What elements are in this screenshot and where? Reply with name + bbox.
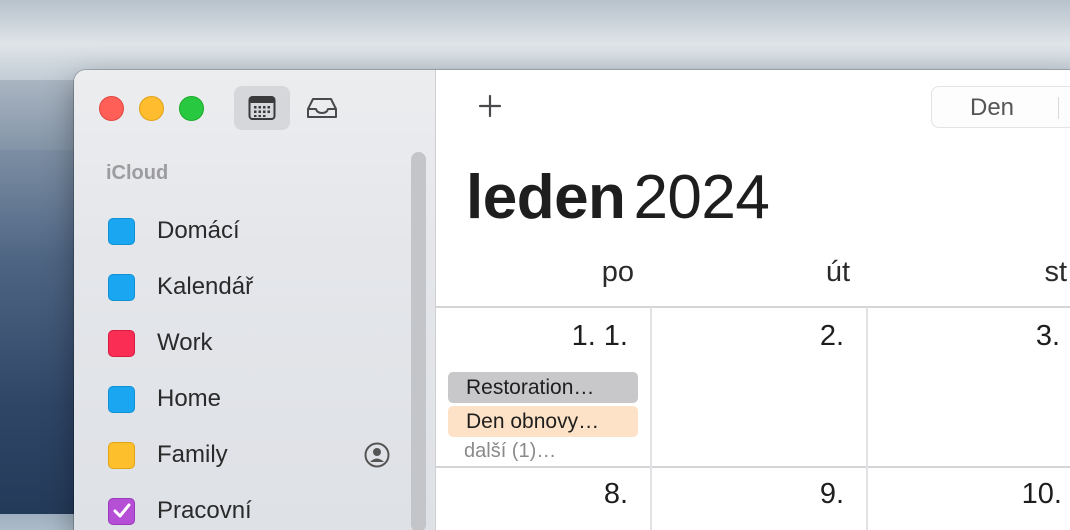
weekday-label: po — [601, 256, 634, 288]
page-title: leden 2024 — [466, 162, 770, 233]
day-number: 9. — [819, 478, 844, 510]
event-restoration[interactable]: Restoration… — [448, 372, 638, 403]
calendar-checkbox[interactable] — [108, 441, 135, 469]
day-cell[interactable]: 9. — [652, 468, 866, 530]
calendar-item-pracovni[interactable]: Pracovní — [108, 493, 388, 529]
calendar-item-label: Family — [157, 441, 228, 468]
day-cell[interactable]: 10. — [868, 468, 1070, 530]
day-number: 3. — [1035, 320, 1060, 352]
add-event-button[interactable] — [474, 88, 506, 124]
calendar-item-home[interactable]: Home — [108, 381, 388, 417]
day-number: 10. — [1021, 478, 1062, 510]
calendar-window: iCloud Domácí Kalendář Work Home Family — [74, 70, 1070, 530]
day-number: 8. — [603, 478, 628, 510]
view-switcher: Den — [931, 86, 1070, 128]
calendar-main: Den leden 2024 po út st 1. 1. 2. 3. Resto… — [436, 70, 1070, 530]
desktop-landscape — [0, 150, 80, 514]
weekday-label: st — [1044, 256, 1067, 288]
calendar-checkbox[interactable] — [108, 217, 135, 245]
shared-person-icon[interactable] — [364, 442, 390, 473]
day-cell[interactable]: 2. — [652, 308, 866, 466]
calendar-item-family[interactable]: Family — [108, 437, 390, 473]
icloud-section-title: iCloud — [106, 162, 169, 184]
close-window-button[interactable] — [99, 96, 124, 121]
desktop-sky — [0, 0, 1070, 80]
calendar-item-domaci[interactable]: Domácí — [108, 213, 388, 249]
calendar-checkbox[interactable] — [108, 273, 135, 301]
minimize-window-button[interactable] — [139, 96, 164, 121]
calendar-checkbox-checked[interactable] — [108, 497, 135, 525]
segment-divider — [1058, 97, 1059, 119]
month-label: leden — [466, 163, 626, 232]
calendar-item-work[interactable]: Work — [108, 325, 388, 361]
calendar-item-label: Pracovní — [157, 497, 252, 524]
view-day-button[interactable]: Den — [970, 94, 1014, 122]
inbox-tray-icon — [307, 98, 337, 118]
event-den-obnovy[interactable]: Den obnovy… — [448, 406, 638, 437]
weekday-label: út — [825, 256, 850, 288]
calendar-item-label: Work — [157, 329, 213, 356]
checkmark-icon — [113, 503, 130, 518]
plus-icon — [478, 94, 502, 118]
day-number: 2. — [819, 320, 844, 352]
calendar-item-label: Home — [157, 385, 222, 412]
calendar-checkbox[interactable] — [108, 385, 135, 413]
day-cell[interactable]: 3. — [868, 308, 1070, 466]
inbox-button[interactable] — [294, 86, 350, 130]
year-label: 2024 — [633, 163, 770, 232]
calendar-item-label: Kalendář — [157, 273, 254, 300]
zoom-window-button[interactable] — [179, 96, 204, 121]
more-events-link[interactable]: další (1)… — [464, 440, 556, 463]
day-cell[interactable]: 8. — [436, 468, 650, 530]
sidebar-scrollbar[interactable] — [411, 152, 426, 530]
sidebar: iCloud Domácí Kalendář Work Home Family — [74, 70, 436, 530]
day-number: 1. 1. — [571, 320, 628, 352]
calendar-checkbox[interactable] — [108, 329, 135, 357]
calendar-item-kalendar[interactable]: Kalendář — [108, 269, 388, 305]
calendar-item-label: Domácí — [157, 217, 240, 244]
calendars-list-button[interactable] — [234, 86, 290, 130]
calendar-icon — [248, 96, 276, 120]
